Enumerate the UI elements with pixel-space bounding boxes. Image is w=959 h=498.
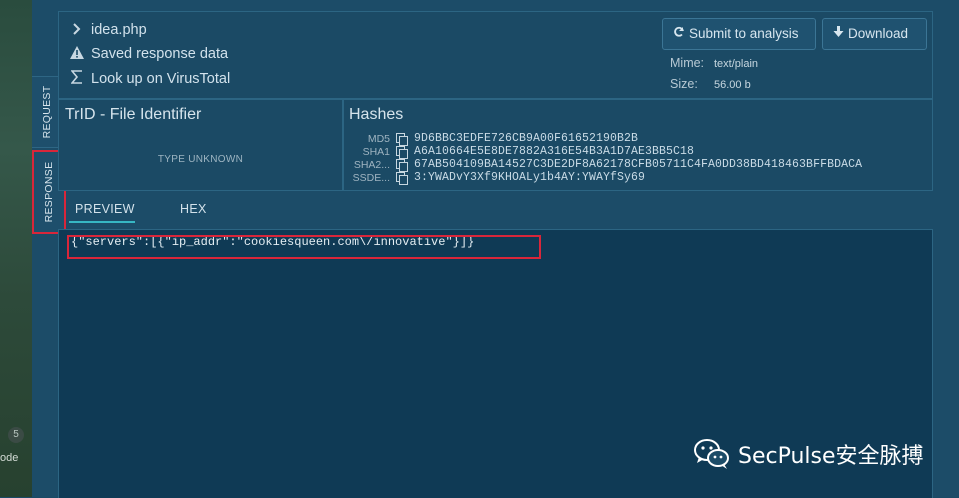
copy-icon[interactable]	[396, 159, 408, 172]
hash-value: A6A10664E5E8DE7882A316E54B3A1D7AE3BB5C18	[414, 145, 695, 158]
warning-icon	[69, 46, 85, 62]
virustotal-text: Look up on VirusTotal	[91, 70, 231, 87]
tab-response-label: RESPONSE	[43, 161, 55, 223]
hash-row-md5: MD5 9D6BBC3EDFE726CB9A00F61652190B2B	[344, 132, 639, 146]
mime-value: text/plain	[714, 58, 759, 70]
watermark-text: SecPulse安全脉搏	[738, 444, 924, 469]
trid-title: TrID - File Identifier	[65, 106, 202, 123]
copy-icon[interactable]	[396, 146, 408, 159]
file-name-row: idea.php	[69, 22, 147, 38]
background-app-strip: 5 ode	[0, 0, 32, 497]
virustotal-row[interactable]: Look up on VirusTotal	[69, 70, 230, 87]
submit-analysis-label: Submit to analysis	[689, 26, 799, 41]
count-badge: 5	[8, 427, 24, 443]
download-arrow-icon	[833, 18, 844, 50]
saved-response-text: Saved response data	[91, 46, 229, 62]
hash-value: 9D6BBC3EDFE726CB9A00F61652190B2B	[414, 132, 639, 145]
hash-name: MD5	[367, 132, 390, 145]
copy-icon[interactable]	[396, 172, 408, 185]
submit-analysis-button[interactable]: Submit to analysis	[662, 18, 816, 50]
strip-code-text: ode	[0, 452, 19, 464]
wechat-icon	[694, 438, 730, 470]
sigma-icon	[69, 70, 85, 87]
hashes-panel: Hashes MD5 9D6BBC3EDFE726CB9A00F61652190…	[343, 99, 933, 191]
file-info-panel: idea.php Saved response data Look up on …	[58, 11, 933, 99]
mime-label: Mime:	[670, 56, 705, 70]
copy-icon[interactable]	[396, 133, 408, 146]
trid-panel: TrID - File Identifier TYPE UNKNOWN	[58, 99, 343, 191]
trid-result: TYPE UNKNOWN	[157, 154, 244, 165]
hash-value: 67AB504109BA14527C3DE2DF8A62178CFB05711C…	[414, 158, 863, 171]
hashes-title: Hashes	[349, 106, 404, 123]
download-button[interactable]: Download	[822, 18, 927, 50]
hash-name: SSDE...	[352, 171, 390, 184]
hash-name: SHA1	[362, 145, 390, 158]
tab-hex[interactable]: HEX	[180, 202, 207, 216]
watermark: SecPulse安全脉搏	[694, 438, 924, 470]
refresh-icon	[673, 18, 685, 50]
download-label: Download	[848, 26, 909, 41]
hash-row-sha256: SHA2... 67AB504109BA14527C3DE2DF8A62178C…	[344, 158, 863, 172]
size-value: 56.00 b	[714, 79, 751, 91]
hash-row-sha1: SHA1 A6A10664E5E8DE7882A316E54B3A1D7AE3B…	[344, 145, 695, 159]
tab-request-label: REQUEST	[41, 85, 53, 139]
size-label: Size:	[670, 77, 698, 91]
highlight-annotation	[67, 235, 541, 259]
hash-name: SHA2...	[353, 158, 390, 171]
hash-value: 3:YWADvY3Xf9KHOALy1b4AY:YWAYfSy69	[414, 171, 646, 184]
hash-row-ssdeep: SSDE... 3:YWADvY3Xf9KHOALy1b4AY:YWAYfSy6…	[344, 171, 646, 185]
saved-response-row[interactable]: Saved response data	[69, 46, 228, 62]
active-tab-indicator	[69, 221, 135, 223]
tab-preview[interactable]: PREVIEW	[75, 202, 135, 216]
chevron-right-icon	[69, 22, 85, 38]
file-name: idea.php	[91, 22, 147, 38]
